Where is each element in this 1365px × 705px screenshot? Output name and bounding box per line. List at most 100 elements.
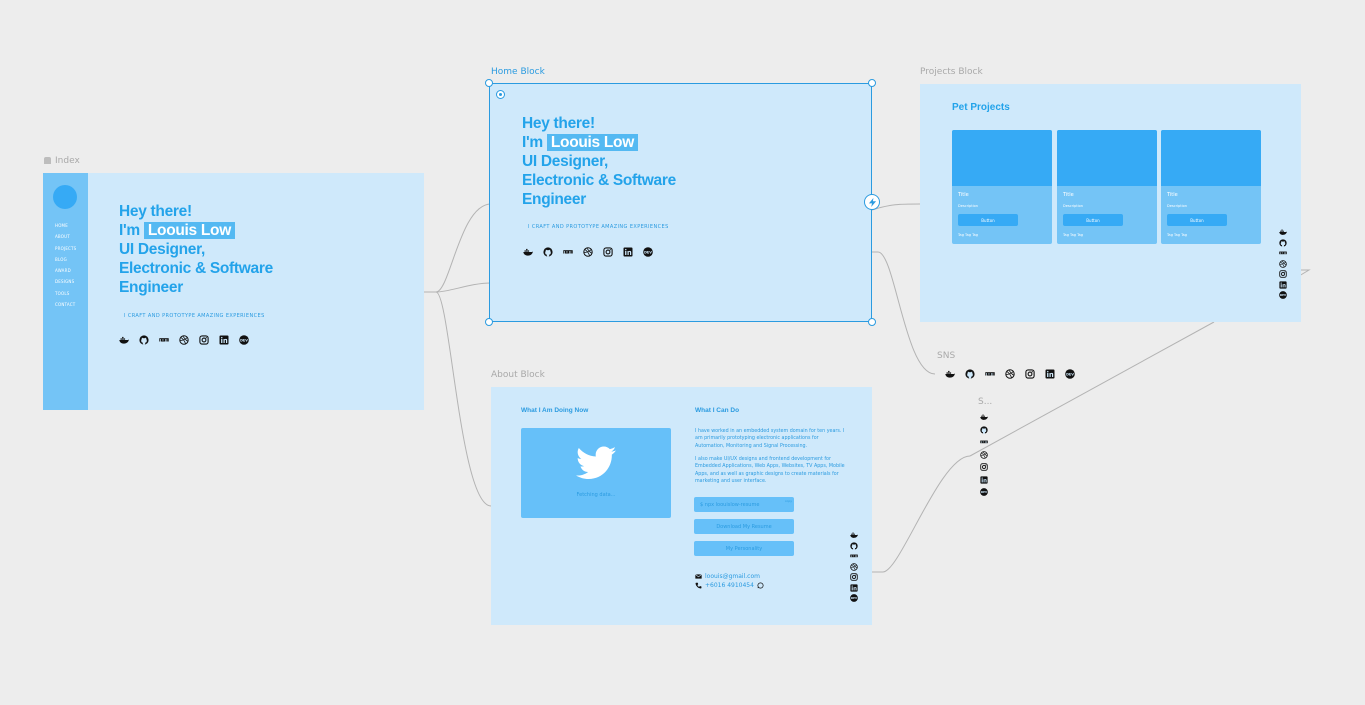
instagram-icon[interactable]	[980, 463, 988, 471]
selection-box[interactable]	[485, 79, 880, 326]
docker-icon[interactable]	[119, 335, 129, 345]
home-frame-label[interactable]: Home Block	[491, 67, 545, 77]
sns-small-frame-label[interactable]: S...	[978, 397, 992, 407]
dev-icon[interactable]: DEV	[1065, 369, 1075, 379]
phone-row[interactable]: +6016 4910454	[695, 582, 767, 589]
project-card-title: Title	[1167, 192, 1178, 198]
svg-text:DEV: DEV	[1280, 293, 1287, 297]
project-card-image	[1161, 130, 1261, 186]
sns-component[interactable]: DEV	[945, 369, 1075, 379]
twitter-card[interactable]: Fetching data...	[521, 428, 671, 518]
project-card-title: Title	[958, 192, 969, 198]
linkedin-icon[interactable]	[219, 335, 229, 345]
github-icon[interactable]	[850, 541, 858, 550]
flash-icon[interactable]	[864, 194, 880, 210]
projects-title: Pet Projects	[952, 102, 1010, 113]
download-resume-button[interactable]: Download My Resume	[694, 519, 794, 534]
about-sns-column: DEV	[850, 531, 858, 602]
npm-icon[interactable]	[980, 438, 988, 446]
about-right-heading: What I Can Do	[695, 407, 740, 414]
phone-icon	[695, 582, 702, 589]
whatsapp-icon[interactable]	[757, 582, 764, 589]
github-icon[interactable]	[139, 335, 149, 345]
nav-blog[interactable]: BLOG	[55, 254, 76, 265]
resize-handle-bottom-left[interactable]	[485, 318, 493, 326]
personality-button[interactable]: My Personality	[694, 541, 794, 556]
linkedin-icon[interactable]	[1045, 369, 1055, 379]
about-frame[interactable]: What I Am Doing Now Fetching data... Wha…	[491, 387, 872, 625]
resize-handle-top-left[interactable]	[485, 79, 493, 87]
hero-name: Loouis Low	[143, 222, 235, 239]
project-card-button[interactable]: Button	[1167, 214, 1227, 226]
resize-handle-top-right[interactable]	[868, 79, 876, 87]
github-icon[interactable]	[1279, 238, 1287, 247]
project-card[interactable]: Title Description Button Tag Tag Tag	[1161, 130, 1261, 244]
resume-command-button[interactable]: $ npx loouislow-resume copy	[694, 497, 794, 512]
project-card-description: Description	[1167, 204, 1187, 208]
projects-frame-label[interactable]: Projects Block	[920, 67, 983, 77]
twitter-icon	[576, 446, 616, 479]
instagram-icon[interactable]	[1279, 270, 1287, 278]
nav-award[interactable]: AWARD	[55, 265, 76, 276]
index-frame-label[interactable]: Index	[44, 156, 80, 166]
dribbble-icon[interactable]	[179, 335, 189, 345]
index-frame[interactable]: HOME ABOUT PROJECTS BLOG AWARD DESIGNS T…	[43, 173, 424, 410]
npm-icon[interactable]	[159, 335, 169, 345]
project-card-button[interactable]: Button	[958, 214, 1018, 226]
npm-icon[interactable]	[985, 369, 995, 379]
dev-icon[interactable]: DEV	[850, 594, 858, 602]
twitter-fetch-status: Fetching data...	[576, 492, 616, 498]
project-card[interactable]: Title Description Button Tag Tag Tag	[952, 130, 1052, 244]
linkedin-icon[interactable]	[980, 475, 988, 484]
projects-frame[interactable]: Pet Projects Title Description Button Ta…	[920, 84, 1301, 322]
nav-about[interactable]: ABOUT	[55, 231, 76, 242]
svg-text:DEV: DEV	[981, 490, 988, 494]
linkedin-icon[interactable]	[850, 583, 858, 592]
about-frame-label[interactable]: About Block	[491, 370, 545, 380]
github-icon[interactable]	[965, 369, 975, 379]
svg-text:DEV: DEV	[1066, 372, 1074, 376]
docker-icon[interactable]	[945, 369, 955, 379]
nav-designs[interactable]: DESIGNS	[55, 276, 76, 287]
index-sidebar: HOME ABOUT PROJECTS BLOG AWARD DESIGNS T…	[43, 173, 88, 410]
linkedin-icon[interactable]	[1279, 280, 1287, 289]
design-canvas[interactable]: Index Home Block Projects Block About Bl…	[0, 0, 1365, 705]
project-card-title: Title	[1063, 192, 1074, 198]
dribbble-icon[interactable]	[850, 562, 858, 571]
dev-icon[interactable]: DEV	[980, 488, 988, 496]
dev-icon[interactable]: DEV	[1279, 291, 1287, 299]
starting-point-icon[interactable]	[496, 90, 505, 99]
dev-icon[interactable]: DEV	[239, 335, 249, 345]
instagram-icon[interactable]	[850, 573, 858, 581]
nav-tools[interactable]: TOOLS	[55, 288, 76, 299]
docker-icon[interactable]	[850, 531, 858, 539]
project-card-button[interactable]: Button	[1063, 214, 1123, 226]
nav-home[interactable]: HOME	[55, 220, 76, 231]
project-card-description: Description	[1063, 204, 1083, 208]
docker-icon[interactable]	[1279, 228, 1287, 236]
index-sns-row: DEV	[119, 335, 249, 345]
nav-projects[interactable]: PROJECTS	[55, 243, 76, 254]
dribbble-icon[interactable]	[1279, 259, 1287, 268]
email-link[interactable]: loouis@gmail.com	[705, 573, 760, 580]
project-card[interactable]: Title Description Button Tag Tag Tag	[1057, 130, 1157, 244]
docker-icon[interactable]	[980, 413, 988, 421]
dribbble-icon[interactable]	[980, 450, 988, 459]
hero-tagline: I CRAFT AND PROTOTYPE AMAZING EXPERIENCE…	[124, 313, 265, 319]
home-icon	[44, 157, 51, 164]
npm-icon[interactable]	[1279, 249, 1287, 257]
nav-contact[interactable]: CONTACT	[55, 299, 76, 310]
instagram-icon[interactable]	[1025, 369, 1035, 379]
instagram-icon[interactable]	[199, 335, 209, 345]
svg-text:DEV: DEV	[851, 596, 858, 600]
resize-handle-bottom-right[interactable]	[868, 318, 876, 326]
npm-icon[interactable]	[850, 552, 858, 560]
phone-number[interactable]: +6016 4910454	[705, 582, 754, 589]
mail-icon	[695, 573, 702, 580]
sns-small-component[interactable]: DEV	[980, 413, 988, 496]
copy-label[interactable]: copy	[785, 499, 792, 503]
email-row[interactable]: loouis@gmail.com	[695, 573, 760, 580]
dribbble-icon[interactable]	[1005, 369, 1015, 379]
github-icon[interactable]	[980, 425, 988, 434]
sns-frame-label[interactable]: SNS	[937, 351, 955, 361]
